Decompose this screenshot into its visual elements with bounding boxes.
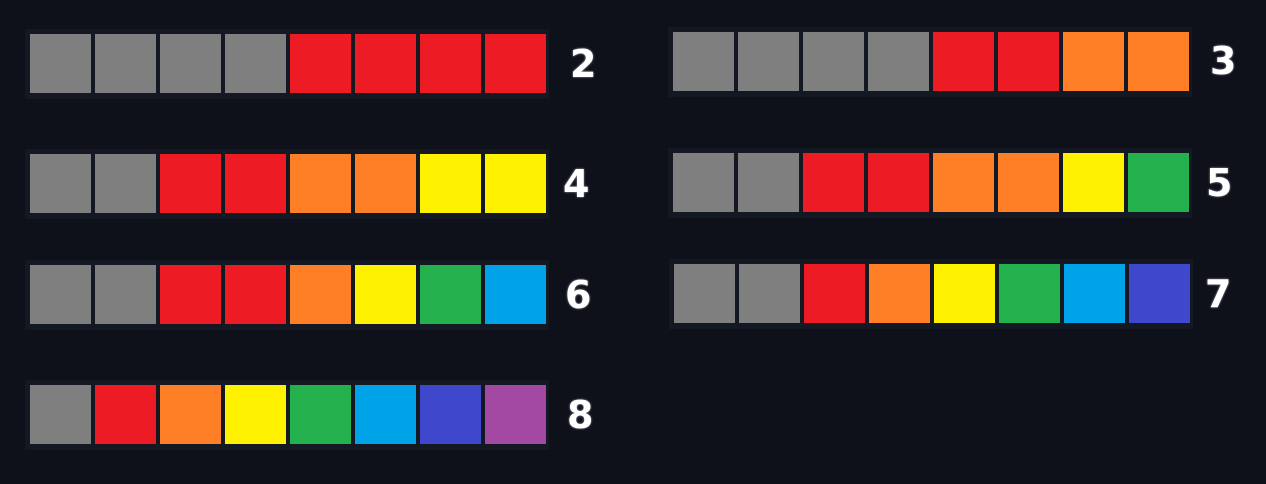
- palette-count-label: 5: [1206, 161, 1233, 205]
- color-swatch-gray: [95, 154, 156, 213]
- palette-count-label: 3: [1210, 39, 1237, 83]
- palette-count-label: 7: [1205, 272, 1232, 316]
- color-swatch-gray: [95, 34, 156, 93]
- color-swatch-red: [95, 385, 156, 444]
- color-swatch-yellow: [934, 264, 995, 323]
- color-swatch-orange: [290, 265, 351, 324]
- color-swatch-blue: [485, 265, 546, 324]
- color-swatch-gray: [803, 32, 864, 91]
- color-swatch-red: [225, 154, 286, 213]
- swatch-strip: [25, 149, 549, 219]
- color-swatch-red: [868, 153, 929, 212]
- palette-count-label: 4: [563, 162, 590, 206]
- color-swatch-green: [290, 385, 351, 444]
- color-swatch-orange: [869, 264, 930, 323]
- color-swatch-red: [485, 34, 546, 93]
- color-swatch-gray: [30, 265, 91, 324]
- color-swatch-blue: [1064, 264, 1125, 323]
- color-swatch-gray: [868, 32, 929, 91]
- swatch-strip: [668, 27, 1192, 97]
- color-swatch-red: [160, 154, 221, 213]
- color-swatch-indigo: [420, 385, 481, 444]
- color-swatch-gray: [30, 34, 91, 93]
- palette-count-label: 8: [567, 393, 594, 437]
- color-swatch-red: [225, 265, 286, 324]
- color-swatch-green: [999, 264, 1060, 323]
- color-swatch-gray: [738, 32, 799, 91]
- color-swatch-orange: [355, 154, 416, 213]
- color-swatch-gray: [30, 154, 91, 213]
- color-swatch-orange: [933, 153, 994, 212]
- color-swatch-orange: [998, 153, 1059, 212]
- color-swatch-gray: [673, 32, 734, 91]
- swatch-strip: [668, 148, 1192, 218]
- color-swatch-gray: [160, 34, 221, 93]
- color-swatch-yellow: [420, 154, 481, 213]
- swatch-strip: [25, 260, 549, 330]
- color-swatch-gray: [673, 153, 734, 212]
- color-swatch-yellow: [355, 265, 416, 324]
- swatch-strip: [25, 29, 549, 99]
- color-swatch-gray: [225, 34, 286, 93]
- color-swatch-red: [290, 34, 351, 93]
- color-swatch-orange: [1128, 32, 1189, 91]
- color-swatch-green: [1128, 153, 1189, 212]
- color-swatch-gray: [674, 264, 735, 323]
- color-swatch-indigo: [1129, 264, 1190, 323]
- color-swatch-orange: [160, 385, 221, 444]
- color-swatch-yellow: [225, 385, 286, 444]
- color-swatch-red: [804, 264, 865, 323]
- color-swatch-red: [355, 34, 416, 93]
- color-swatch-yellow: [485, 154, 546, 213]
- swatch-strip: [25, 380, 549, 450]
- palette-count-label: 2: [570, 42, 597, 86]
- color-swatch-gray: [95, 265, 156, 324]
- color-swatch-gray: [738, 153, 799, 212]
- color-swatch-green: [420, 265, 481, 324]
- color-swatch-yellow: [1063, 153, 1124, 212]
- color-swatch-red: [160, 265, 221, 324]
- color-swatch-red: [803, 153, 864, 212]
- color-swatch-gray: [739, 264, 800, 323]
- color-swatch-blue: [355, 385, 416, 444]
- color-swatch-red: [933, 32, 994, 91]
- color-swatch-red: [420, 34, 481, 93]
- color-swatch-red: [998, 32, 1059, 91]
- swatch-strip: [669, 259, 1193, 329]
- color-swatch-orange: [1063, 32, 1124, 91]
- color-swatch-purple: [485, 385, 546, 444]
- color-swatch-gray: [30, 385, 91, 444]
- palette-count-label: 6: [565, 273, 592, 317]
- color-swatch-orange: [290, 154, 351, 213]
